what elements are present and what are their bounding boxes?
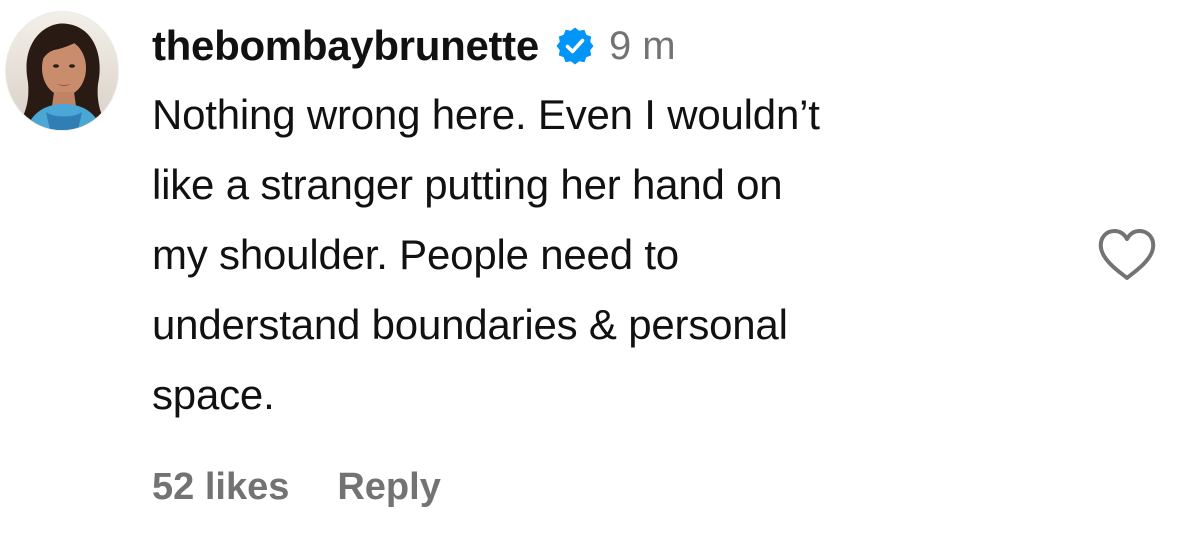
comment-text: Nothing wrong here. Even I wouldn’t like…: [152, 80, 1072, 430]
comment-footer: 52 likes Reply: [152, 460, 441, 514]
verified-badge-icon: [555, 26, 595, 66]
comment-text-line: my shoulder. People need to: [152, 231, 679, 278]
comment-item: thebombaybrunette 9 m Nothing wrong here…: [0, 0, 1200, 536]
comment-text-line: Nothing wrong here. Even I wouldn’t: [152, 91, 820, 138]
comment-header: thebombaybrunette 9 m: [152, 18, 676, 74]
reply-button[interactable]: Reply: [337, 466, 440, 509]
heart-icon: [1098, 229, 1156, 280]
like-button[interactable]: [1097, 228, 1157, 282]
username-link[interactable]: thebombaybrunette: [152, 22, 539, 70]
avatar-image: [6, 12, 118, 130]
comment-text-line: space.: [152, 371, 275, 418]
comment-timestamp: 9 m: [608, 23, 676, 68]
comment-text-line: understand boundaries & personal: [152, 301, 788, 348]
comment-text-line: like a stranger putting her hand on: [152, 161, 783, 208]
likes-count[interactable]: 52 likes: [152, 466, 289, 509]
avatar[interactable]: [6, 12, 118, 130]
